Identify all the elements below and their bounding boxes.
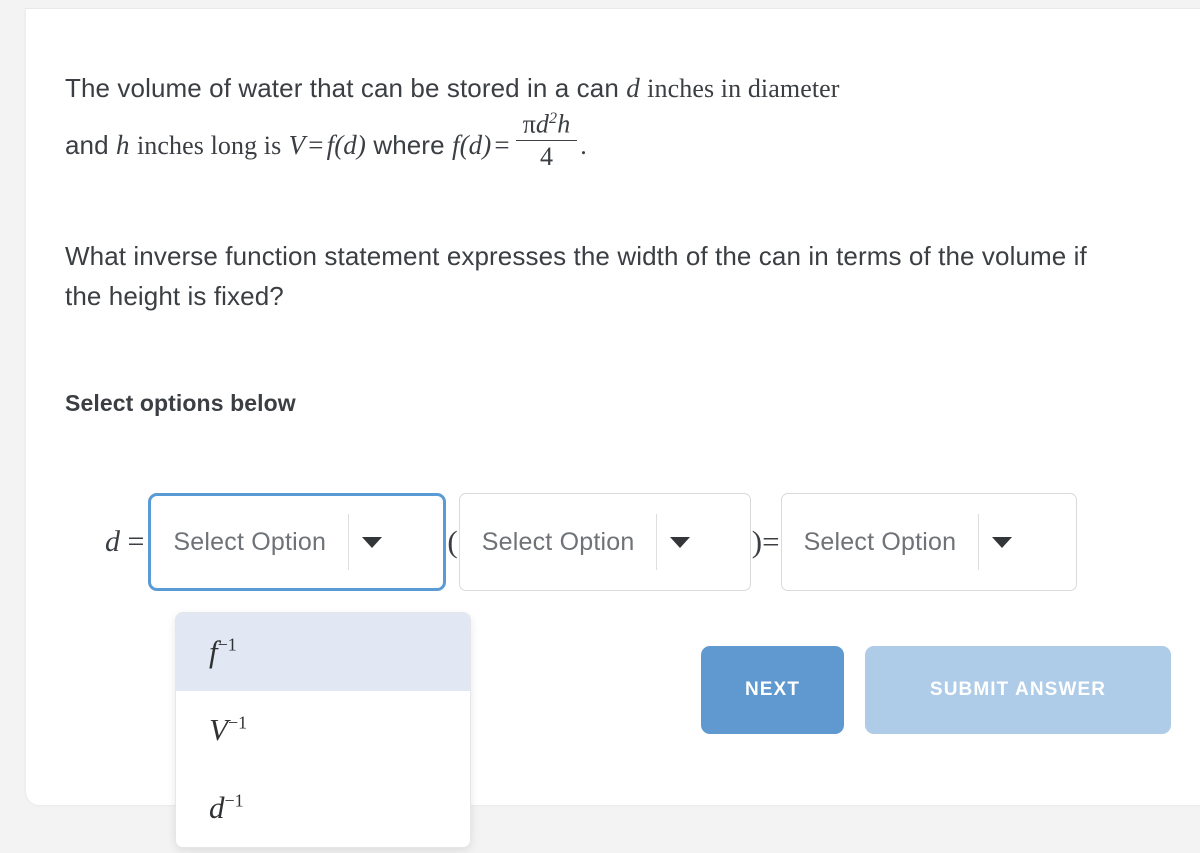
select-1-placeholder: Select Option [173, 527, 327, 556]
variable-h: h [116, 129, 130, 160]
variable-d: d [626, 73, 640, 103]
select-3-placeholder: Select Option [803, 527, 957, 556]
answer-equation-row: d = Select Option ( Select Option )= Sel… [105, 492, 1077, 592]
dropdown-option-d-inverse[interactable]: d−1 [176, 769, 470, 847]
submit-answer-button[interactable]: SUBMIT ANSWER [865, 646, 1171, 734]
close-paren-equals: )= [751, 524, 780, 559]
next-button[interactable]: NEXT [701, 646, 844, 734]
select-option-dropdown-1[interactable]: Select Option [148, 493, 447, 591]
statement-text-b: inches in diameter [647, 74, 840, 103]
select-option-dropdown-3[interactable]: Select Option [780, 493, 1077, 591]
dropdown-option-3-label: d−1 [209, 790, 244, 825]
function-fd-2: f(d) [451, 129, 492, 160]
fraction-denominator: 4 [515, 139, 578, 171]
select-2-placeholder: Select Option [481, 527, 635, 556]
select-option-dropdown-2[interactable]: Select Option [458, 493, 751, 591]
select-options-heading: Select options below [65, 390, 296, 416]
equals-sign-1: = [308, 129, 324, 160]
dropdown-option-v-inverse[interactable]: V−1 [176, 691, 470, 769]
variable-V: V [288, 129, 306, 160]
dropdown-option-f-inverse[interactable]: f−1 [176, 613, 470, 691]
numerator-d: d [535, 109, 550, 139]
statement-text-d: inches long is [136, 130, 282, 160]
problem-statement: The volume of water that can be stored i… [65, 68, 1125, 171]
fraction-pi-d-squared-h-over-4: πd2h 4 [515, 110, 578, 171]
lhs-equals-sign: = [127, 525, 145, 558]
open-paren: ( [447, 524, 458, 559]
dropdown-menu[interactable]: f−1 V−1 d−1 [175, 612, 471, 848]
statement-period: . [580, 130, 587, 160]
statement-text-c: and [65, 129, 109, 160]
statement-text-a: The volume of water that can be stored i… [65, 73, 619, 103]
fraction-numerator: πd2h [516, 110, 578, 140]
function-fd-1: f(d) [326, 129, 366, 160]
chevron-down-icon[interactable] [657, 536, 703, 548]
numerator-h: h [557, 109, 571, 139]
lhs-variable-d: d [105, 525, 120, 558]
chevron-down-icon[interactable] [349, 536, 395, 548]
equation-lhs: d = [105, 525, 144, 559]
statement-text-e: where [373, 129, 445, 160]
page-root: The volume of water that can be stored i… [0, 0, 1200, 853]
numerator-exponent: 2 [549, 109, 558, 127]
equals-sign-2: = [494, 129, 510, 160]
dropdown-option-1-label: f−1 [209, 634, 237, 669]
question-text: What inverse function statement expresse… [65, 241, 1087, 312]
dropdown-option-2-label: V−1 [209, 712, 248, 747]
chevron-down-icon[interactable] [979, 536, 1025, 548]
action-buttons: NEXT SUBMIT ANSWER [701, 646, 1171, 734]
pi-symbol: π [522, 109, 536, 139]
